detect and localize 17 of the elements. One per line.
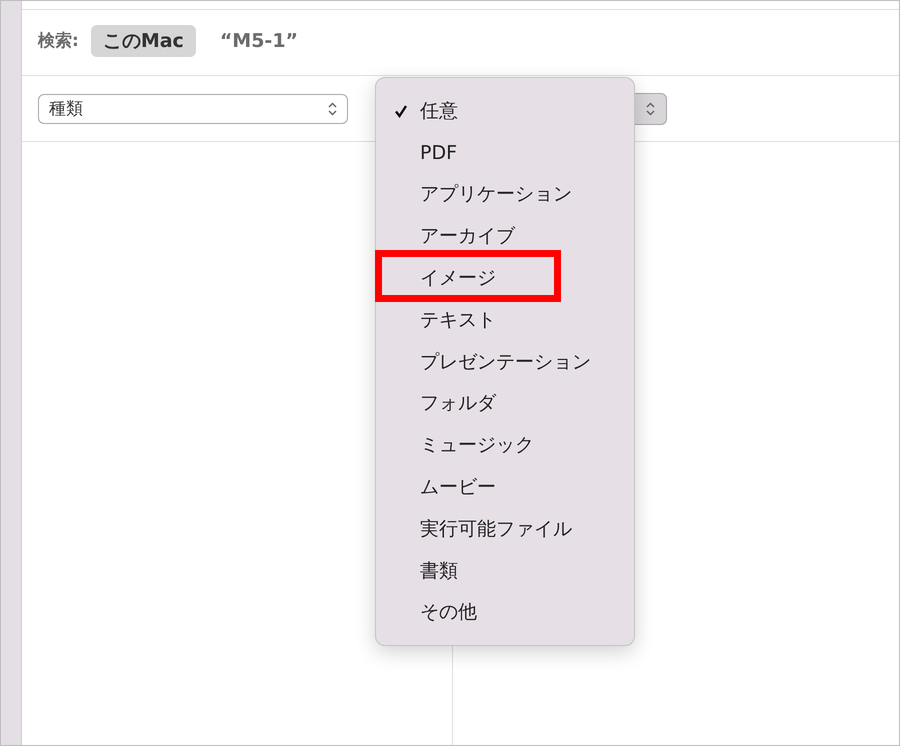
- menu-item[interactable]: プレゼンテーション: [376, 340, 634, 383]
- menu-item[interactable]: アーカイブ: [376, 215, 634, 258]
- menu-item[interactable]: アプリケーション: [376, 174, 634, 216]
- menu-item[interactable]: ミュージック: [376, 424, 634, 466]
- menu-item[interactable]: 書類: [376, 550, 634, 592]
- menu-item[interactable]: PDF: [376, 132, 634, 174]
- menu-item[interactable]: フォルダ: [376, 382, 634, 424]
- search-label: 検索:: [38, 30, 79, 52]
- menu-item[interactable]: テキスト: [376, 298, 634, 341]
- scope-button[interactable]: このMac: [90, 24, 196, 56]
- menu-item[interactable]: その他: [376, 592, 634, 634]
- menu-item[interactable]: 任意: [376, 90, 634, 132]
- attribute-popup[interactable]: 種類: [38, 94, 348, 124]
- scope-button[interactable]: “M5-1”: [208, 26, 310, 54]
- menu-item[interactable]: イメージ: [376, 257, 634, 299]
- menu-item[interactable]: 実行可能ファイル: [376, 508, 634, 550]
- menu-item[interactable]: ムービー: [376, 466, 634, 508]
